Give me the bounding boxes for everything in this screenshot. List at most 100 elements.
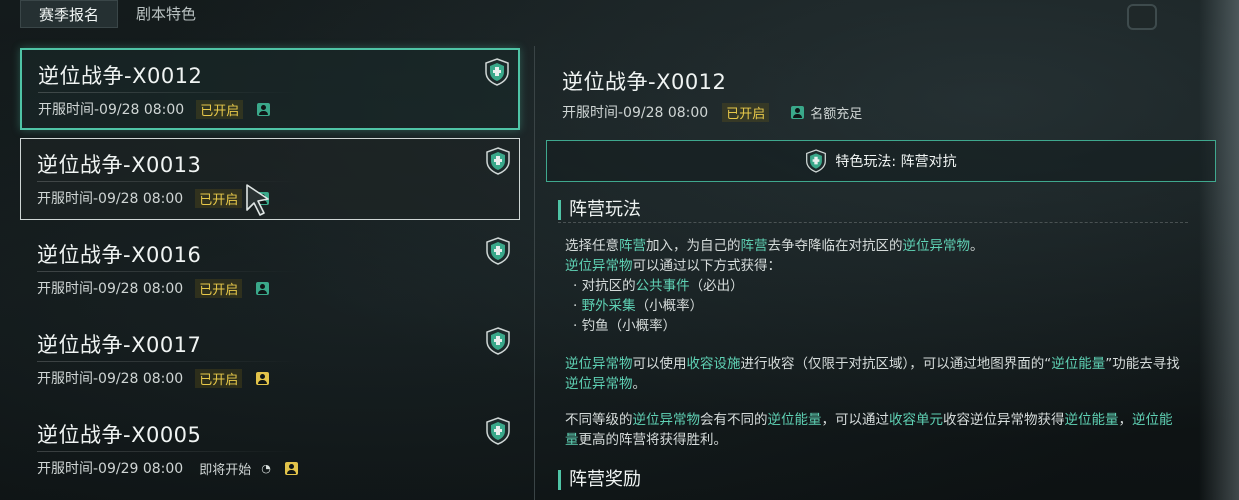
text-segment: ，可以通过 <box>821 412 890 428</box>
shield-icon <box>486 327 510 355</box>
highlight-term: 逆位异常物 <box>565 356 633 372</box>
shield-icon <box>486 147 510 175</box>
text-segment: 可以使用 <box>632 356 687 372</box>
divider <box>38 92 298 93</box>
open-time: 开服时间-09/28 08:00 <box>37 281 184 297</box>
text-segment: 收容逆位异常物获得 <box>943 412 1065 428</box>
text-segment: · 对抗区的 <box>573 278 636 294</box>
detail-status-badge: 已开启 <box>722 102 770 122</box>
server-meta: 开服时间-09/29 08:00 即将开始 ◔ <box>37 458 298 478</box>
feature-label: 特色玩法: 阵营对抗 <box>835 154 957 170</box>
tab-script-features[interactable]: 剧本特色 <box>118 0 214 28</box>
server-name: 逆位战争-X0017 <box>37 333 202 357</box>
server-meta: 开服时间-09/28 08:00 已开启 <box>37 368 270 388</box>
status-badge: 即将开始 <box>199 462 252 478</box>
highlight-term: 逆位异常物 <box>565 376 633 392</box>
highlight-term: 阵营 <box>619 238 646 254</box>
server-meta: 开服时间-09/28 08:00 已开启 <box>38 99 271 119</box>
server-card[interactable]: 逆位战争-X0012 开服时间-09/28 08:00 已开启 <box>20 48 520 130</box>
server-name: 逆位战争-X0005 <box>37 423 202 447</box>
shield-icon <box>486 237 510 265</box>
rich-paragraph: · 野外采集（小概率） <box>565 296 1185 316</box>
text-segment: 更高的阵营将获得胜利。 <box>578 432 728 448</box>
server-meta: 开服时间-09/28 08:00 已开启 <box>37 188 270 208</box>
section-divider <box>558 222 1188 223</box>
highlight-term: 收容单元 <box>889 412 943 428</box>
server-name: 逆位战争-X0012 <box>38 64 203 88</box>
server-name: 逆位战争-X0016 <box>37 243 202 267</box>
rich-paragraph: 逆位异常物可以通过以下方式获得： <box>565 256 1185 276</box>
detail-meta: 开服时间-09/28 08:00 已开启 名额充足 <box>562 102 862 122</box>
rich-paragraph: 不同等级的逆位异常物会有不同的逆位能量，可以通过收容单元收容逆位异常物获得逆位能… <box>565 410 1185 450</box>
text-segment: · 钓鱼（小概率） <box>573 318 677 334</box>
text-segment: 去争夺降临在对抗区的 <box>767 238 903 254</box>
highlight-term: 逆位异常物 <box>565 258 633 274</box>
divider <box>37 181 299 182</box>
quota-label: 名额充足 <box>810 106 863 122</box>
server-card[interactable]: 逆位战争-X0017 开服时间-09/28 08:00 已开启 <box>20 318 520 400</box>
status-badge: 已开启 <box>196 99 244 119</box>
tab-bar: 赛季报名 剧本特色 <box>20 0 214 30</box>
shield-icon <box>485 58 509 86</box>
person-icon <box>256 281 270 295</box>
highlight-term: 逆位能量 <box>1051 356 1106 372</box>
rich-paragraph: 逆位异常物可以使用收容设施进行收容（仅限于对抗区域），可以通过地图界面的“逆位能… <box>565 354 1185 394</box>
text-segment: 可以通过以下方式获得： <box>632 258 782 274</box>
divider <box>37 361 299 362</box>
divider <box>37 271 299 272</box>
highlight-term: 阵营 <box>740 238 768 254</box>
server-card[interactable]: 逆位战争-X0016 开服时间-09/28 08:00 已开启 <box>20 228 520 310</box>
section-title-faction-play: 阵营玩法 <box>558 200 641 220</box>
detail-open-time: 开服时间-09/28 08:00 <box>562 105 709 121</box>
panel-divider <box>534 46 535 500</box>
highlight-term: 逆位能量 <box>1064 412 1119 428</box>
rich-paragraph: · 钓鱼（小概率） <box>565 316 1185 336</box>
person-icon <box>791 105 805 119</box>
text-segment: 进行收容（仅限于对抗区域），可以通过地图界面的“ <box>740 356 1052 372</box>
status-badge: 已开启 <box>195 278 243 298</box>
highlight-term: 逆位异常物 <box>902 238 971 254</box>
text-segment: 会有不同的 <box>700 412 768 428</box>
text-segment: ， <box>1118 412 1133 428</box>
ornament-icon <box>1127 4 1157 30</box>
decorative-edge <box>1199 0 1239 500</box>
highlight-term: 野外采集 <box>581 298 636 314</box>
rich-paragraph: · 对抗区的公共事件（必出） <box>565 276 1185 296</box>
detail-title: 逆位战争-X0012 <box>562 70 727 94</box>
highlight-term: 收容设施 <box>686 356 741 372</box>
text-segment: · <box>573 298 582 314</box>
open-time: 开服时间-09/28 08:00 <box>37 371 184 387</box>
person-icon <box>256 371 270 385</box>
open-time: 开服时间-09/28 08:00 <box>38 102 185 118</box>
text-segment: ”功能去寻找 <box>1105 356 1180 372</box>
person-icon <box>284 461 298 475</box>
text-segment: 不同等级的 <box>565 412 633 428</box>
text-segment: 选择任意 <box>565 238 619 254</box>
clock-icon: ◔ <box>261 461 271 475</box>
highlight-term: 公共事件 <box>635 278 690 294</box>
open-time: 开服时间-09/28 08:00 <box>37 191 184 207</box>
highlight-term: 逆位异常物 <box>632 412 701 428</box>
shield-icon <box>486 417 510 445</box>
section-title-faction-rewards: 阵营奖励 <box>558 470 641 490</box>
text-segment: 加入，为自己的 <box>646 238 741 254</box>
open-time: 开服时间-09/29 08:00 <box>37 461 184 477</box>
text-segment: （必出） <box>689 278 744 294</box>
cursor-icon <box>246 184 269 216</box>
shield-icon <box>806 149 827 173</box>
server-card[interactable]: 逆位战争-X0005 开服时间-09/29 08:00 即将开始 ◔ <box>20 408 520 490</box>
tab-season-signup[interactable]: 赛季报名 <box>20 0 119 28</box>
server-meta: 开服时间-09/28 08:00 已开启 <box>37 278 270 298</box>
feature-banner: 特色玩法: 阵营对抗 <box>546 140 1216 182</box>
text-segment: 。 <box>632 376 647 392</box>
status-badge: 已开启 <box>195 368 243 388</box>
highlight-term: 逆位能量 <box>767 412 822 428</box>
text-segment: （小概率） <box>635 298 704 314</box>
person-icon <box>257 102 271 116</box>
server-list: 逆位战争-X0012 开服时间-09/28 08:00 已开启 逆位战争-X00… <box>20 48 520 498</box>
status-badge: 已开启 <box>195 188 243 208</box>
rich-paragraph: 选择任意阵营加入，为自己的阵营去争夺降临在对抗区的逆位异常物。 <box>565 236 1185 256</box>
server-name: 逆位战争-X0013 <box>37 153 202 177</box>
divider <box>37 451 299 452</box>
text-segment: 。 <box>970 238 984 254</box>
